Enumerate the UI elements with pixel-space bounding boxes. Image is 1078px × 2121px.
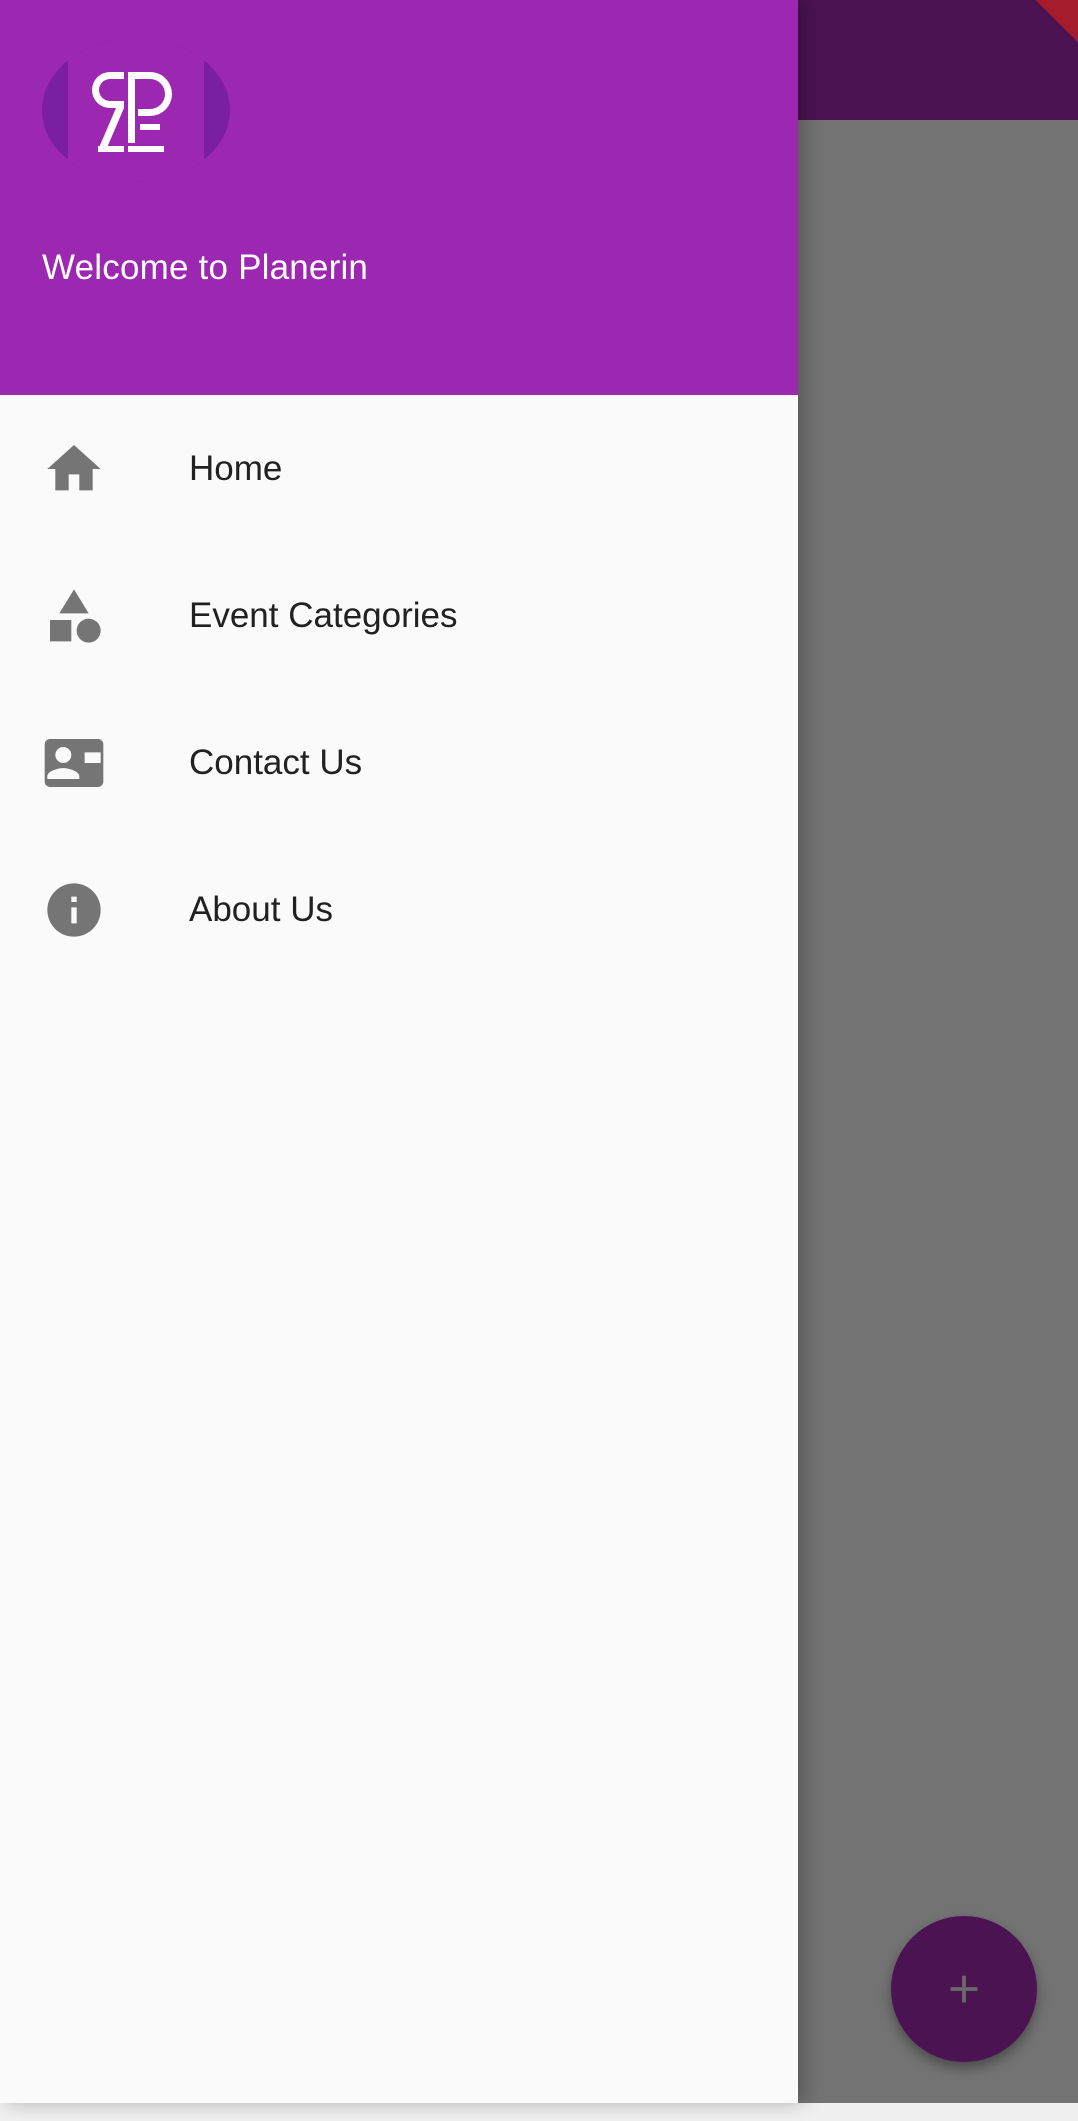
drawer-item-home[interactable]: Home xyxy=(0,395,798,542)
drawer-item-about-us[interactable]: About Us xyxy=(0,836,798,983)
system-nav-strip xyxy=(0,2103,1078,2121)
logo-mark-icon xyxy=(92,72,172,152)
contact-mail-icon xyxy=(42,731,106,795)
navigation-drawer: Welcome to Planerin Home Event Categorie… xyxy=(0,0,798,2103)
category-icon xyxy=(42,584,106,648)
debug-banner xyxy=(1018,0,1078,60)
drawer-item-label: Home xyxy=(189,448,283,488)
add-icon xyxy=(950,1975,978,2003)
drawer-item-label: About Us xyxy=(189,889,333,929)
home-icon xyxy=(42,437,106,501)
planerin-logo xyxy=(42,38,230,182)
welcome-title: Welcome to Planerin xyxy=(42,248,369,287)
drawer-item-label: Event Categories xyxy=(189,595,458,635)
drawer-header: Welcome to Planerin xyxy=(0,0,798,395)
drawer-item-label: Contact Us xyxy=(189,742,363,782)
add-event-fab[interactable] xyxy=(891,1916,1037,2062)
drawer-menu: Home Event Categories Contact Us About U… xyxy=(0,395,798,983)
info-icon xyxy=(42,878,106,942)
drawer-item-contact-us[interactable]: Contact Us xyxy=(0,689,798,836)
drawer-item-event-categories[interactable]: Event Categories xyxy=(0,542,798,689)
